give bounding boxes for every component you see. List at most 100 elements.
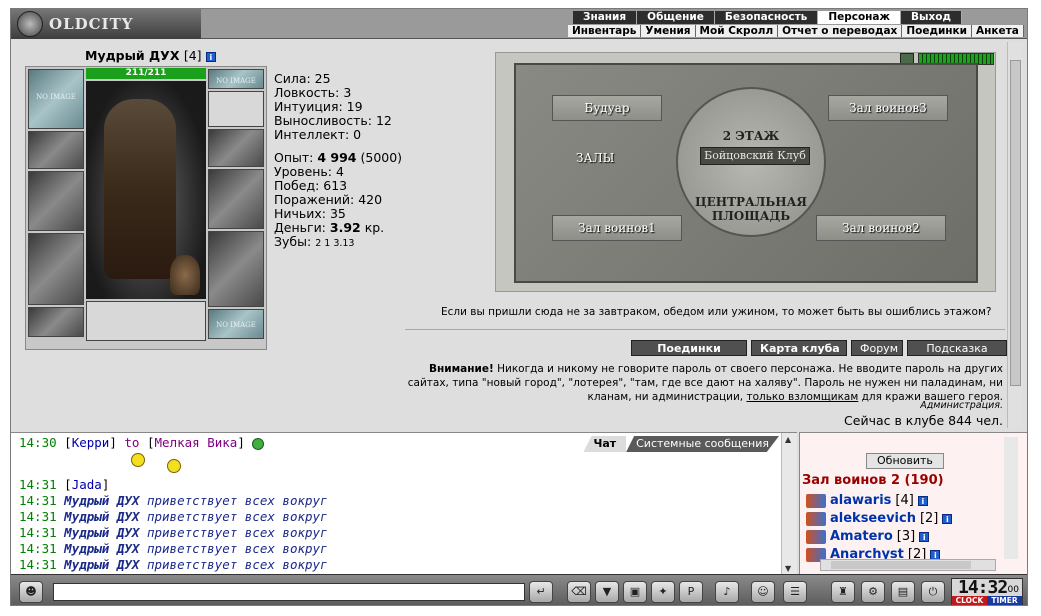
slot-rings[interactable]: [86, 301, 206, 341]
clear-icon[interactable]: ⌫: [567, 581, 591, 603]
music-icon[interactable]: ♪: [715, 581, 739, 603]
timer-label[interactable]: TIMER: [987, 596, 1022, 605]
slot-belt[interactable]: [28, 307, 84, 337]
settings-icon[interactable]: ⚙: [861, 581, 885, 603]
msg-time[interactable]: 14:30: [19, 435, 57, 450]
users-hscrollbar[interactable]: [820, 559, 996, 571]
msg-to[interactable]: Мелкая Вика: [155, 435, 238, 450]
forum-button[interactable]: Форум: [851, 340, 903, 356]
msg-from[interactable]: Мудрый ДУХ: [64, 509, 139, 524]
pet-owl[interactable]: [170, 255, 200, 295]
msg-time[interactable]: 14:31: [19, 493, 57, 508]
user-name[interactable]: alawaris: [830, 493, 891, 508]
nav-communication[interactable]: Общение: [637, 11, 715, 24]
slot-gloves[interactable]: [208, 129, 264, 167]
nav-my-scroll[interactable]: Мой Скролл: [696, 25, 779, 37]
user-row[interactable]: alekseevich [2] i: [806, 511, 953, 526]
save-icon[interactable]: ▣: [623, 581, 647, 603]
slot-boots[interactable]: NO IMAGE: [208, 309, 264, 339]
fight-club-sign[interactable]: Бойцовский Клуб: [700, 147, 810, 165]
fight-icon[interactable]: ✦: [651, 581, 675, 603]
msg-from[interactable]: Мудрый ДУХ: [64, 557, 139, 572]
slot-amulet[interactable]: [208, 91, 264, 127]
msg-from[interactable]: Мудрый ДУХ: [64, 541, 139, 556]
contacts-icon[interactable]: ☰: [783, 581, 807, 603]
smiley-icon[interactable]: ☺: [751, 581, 775, 603]
slot-earrings[interactable]: NO IMAGE: [208, 69, 264, 89]
translit-icon[interactable]: P: [679, 581, 703, 603]
user-name[interactable]: Amatero: [830, 529, 893, 544]
msg-from[interactable]: Мудрый ДУХ: [64, 525, 139, 540]
msg-time[interactable]: 14:31: [19, 557, 57, 572]
clock-time: 14:32: [958, 577, 1008, 598]
nav-profile[interactable]: Анкета: [972, 25, 1024, 37]
send-icon[interactable]: ↵: [529, 581, 553, 603]
users-panel: Обновить Зал воинов 2 (190) alawaris [4] i…: [799, 432, 1027, 574]
user-row[interactable]: Amatero [3] i: [806, 529, 930, 544]
filter-icon[interactable]: ▼: [595, 581, 619, 603]
nav-knowledge[interactable]: Знания: [573, 11, 638, 24]
print-icon[interactable]: ▤: [891, 581, 915, 603]
tab-chat[interactable]: Чат: [583, 436, 627, 452]
central-square-line2[interactable]: ПЛОЩАДЬ: [678, 209, 824, 223]
info-icon[interactable]: i: [205, 51, 216, 62]
info-icon[interactable]: i: [919, 531, 930, 542]
slot-weapon-axe[interactable]: [28, 171, 84, 231]
map-image: Будуар Зал воинов3 ЗАЛЫ Зал воинов1 Зал …: [514, 63, 978, 283]
slot-pants[interactable]: [208, 231, 264, 307]
refresh-button[interactable]: Обновить: [866, 453, 944, 469]
stat-intuition: Интуиция: 19: [274, 99, 363, 114]
logo[interactable]: OLDCITY: [11, 9, 201, 39]
help-button[interactable]: Подсказка: [907, 340, 1007, 356]
room-hall2[interactable]: Зал воинов2: [816, 215, 946, 241]
info-icon[interactable]: i: [917, 495, 928, 506]
msg-from[interactable]: Jada: [72, 477, 102, 492]
nav-fights[interactable]: Поединки: [902, 25, 973, 37]
nav-security[interactable]: Безопасность: [715, 11, 819, 24]
msg-time[interactable]: 14:31: [19, 509, 57, 524]
room-boudoir[interactable]: Будуар: [552, 95, 662, 121]
scroll-thumb[interactable]: [831, 561, 971, 569]
nav-transfer-report[interactable]: Отчет о переводах: [778, 25, 903, 37]
location-map: Будуар Зал воинов3 ЗАЛЫ Зал воинов1 Зал …: [495, 52, 996, 292]
msg-from[interactable]: Керри: [72, 435, 110, 450]
room-hall3[interactable]: Зал воинов3: [828, 95, 948, 121]
chevron-up-icon[interactable]: ▲: [785, 435, 791, 444]
msg-time[interactable]: 14:31: [19, 541, 57, 556]
msg-action: приветствует всех вокруг: [139, 525, 328, 540]
msg-time[interactable]: 14:31: [19, 477, 57, 492]
nav-primary: Знания Общение Безопасность Персонаж Вых…: [573, 11, 962, 24]
fights-button[interactable]: Поединки: [631, 340, 747, 356]
info-icon[interactable]: i: [942, 513, 953, 524]
nav-character[interactable]: Персонаж: [818, 11, 901, 24]
chat-scrollbar[interactable]: ▲ ▼: [781, 433, 797, 575]
club-map-button[interactable]: Карта клуба: [751, 340, 847, 356]
slot-helmet[interactable]: NO IMAGE: [28, 69, 84, 129]
slot-bracers[interactable]: [28, 131, 84, 169]
nav-inventory[interactable]: Инвентарь: [568, 25, 642, 37]
central-square-line1[interactable]: ЦЕНТРАЛЬНАЯ: [678, 195, 824, 209]
clock-label[interactable]: CLOCK: [952, 596, 987, 605]
msg-time[interactable]: 14:31: [19, 525, 57, 540]
slot-armor[interactable]: [28, 233, 84, 305]
tab-system[interactable]: Системные сообщения: [626, 436, 779, 452]
scroll-thumb[interactable]: [1010, 60, 1021, 386]
info-icon[interactable]: i: [930, 549, 941, 560]
users-scrollbar[interactable]: [1004, 437, 1018, 559]
chat-input[interactable]: [53, 583, 525, 601]
msg-action: приветствует всех вокруг: [139, 493, 328, 508]
exit-icon[interactable]: ⏻: [921, 581, 945, 603]
main-scrollbar[interactable]: [1007, 42, 1023, 428]
chat-mode-icon[interactable]: ☻: [19, 581, 43, 603]
msg-from[interactable]: Мудрый ДУХ: [64, 493, 139, 508]
user-name[interactable]: alekseevich: [830, 511, 916, 526]
room-hall1[interactable]: Зал воинов1: [552, 215, 682, 241]
inventory-icon[interactable]: ♜: [831, 581, 855, 603]
nav-skills[interactable]: Умения: [641, 25, 696, 37]
user-row[interactable]: alawaris [4] i: [806, 493, 928, 508]
noimage-label: NO IMAGE: [216, 321, 256, 330]
chevron-down-icon[interactable]: ▼: [785, 564, 791, 573]
slot-shield[interactable]: [208, 169, 264, 229]
nav-exit[interactable]: Выход: [901, 11, 962, 24]
avatar[interactable]: [86, 81, 206, 299]
